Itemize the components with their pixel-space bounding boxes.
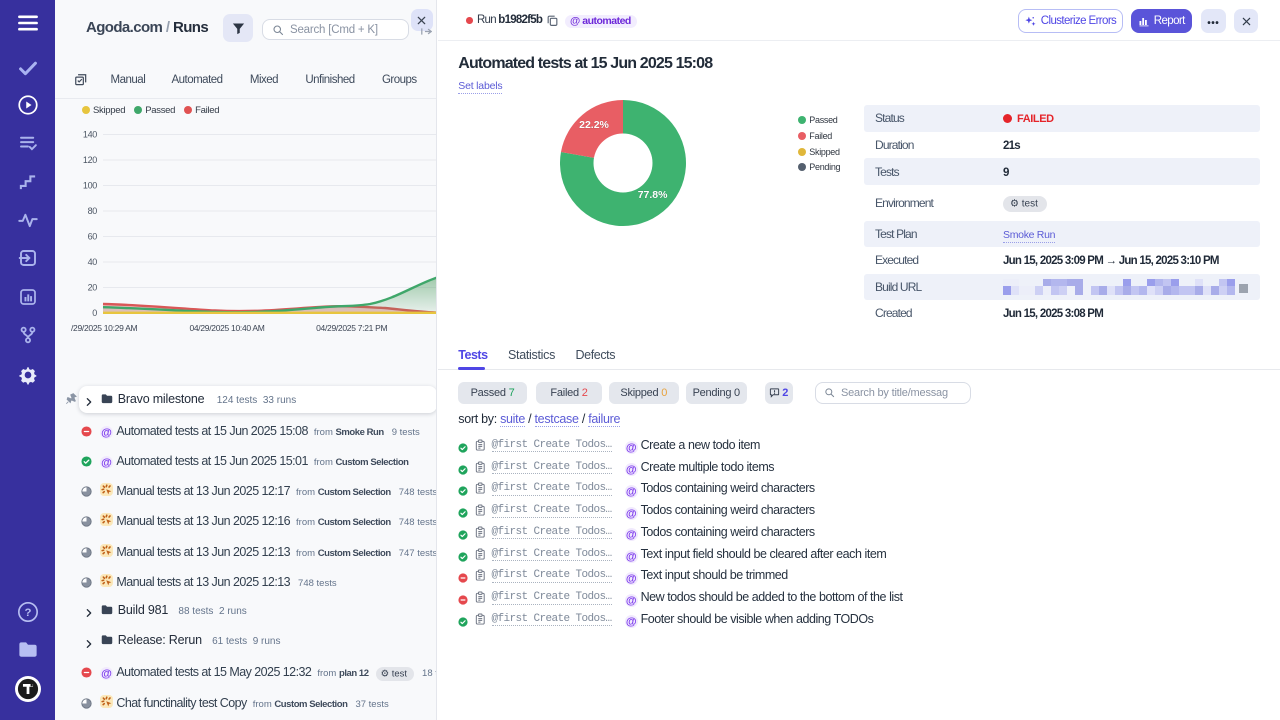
svg-text:22.2%: 22.2% bbox=[580, 119, 610, 131]
svg-text:140: 140 bbox=[83, 130, 97, 140]
svg-text:40: 40 bbox=[88, 257, 98, 267]
svg-text:100: 100 bbox=[83, 181, 97, 191]
svg-text:77.8%: 77.8% bbox=[638, 189, 668, 201]
svg-text:20: 20 bbox=[88, 283, 98, 293]
svg-text:80: 80 bbox=[88, 206, 98, 216]
svg-text:0: 0 bbox=[92, 308, 97, 318]
svg-text:?: ? bbox=[24, 607, 31, 619]
svg-text:60: 60 bbox=[88, 232, 98, 242]
svg-text:120: 120 bbox=[83, 155, 97, 165]
